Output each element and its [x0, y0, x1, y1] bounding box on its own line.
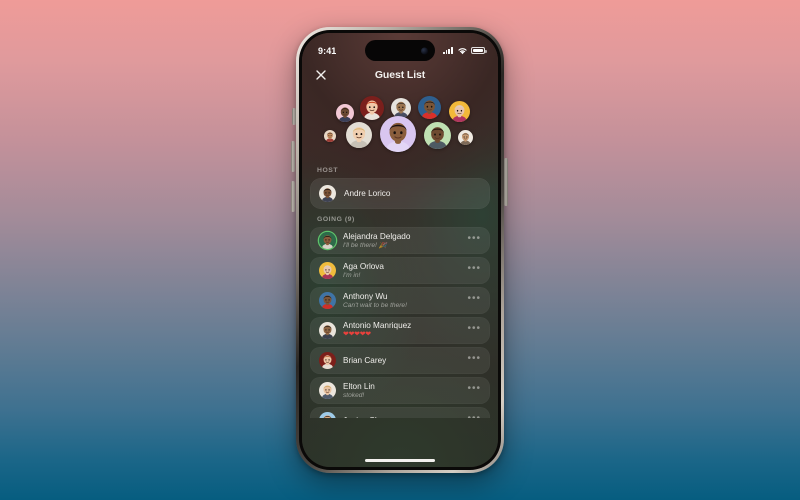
guest-text: Elton Lin stoked!	[343, 382, 454, 400]
more-options-icon[interactable]: •••	[461, 352, 482, 369]
guest-text: Brian Carey	[343, 356, 454, 366]
guest-name: Antonio Manriquez	[343, 321, 412, 331]
guest-text: Aga Orlova I'm in!	[343, 262, 454, 280]
avatar	[319, 185, 336, 202]
going-guest-list: Alejandra Delgado I'll be there! 🎉 ••• Aga …	[310, 227, 490, 418]
close-icon[interactable]	[313, 67, 329, 83]
volume-down-button[interactable]	[291, 181, 295, 212]
host-row[interactable]: Andre Lorico	[310, 178, 490, 209]
guest-row[interactable]: Elton Lin stoked! •••	[310, 377, 490, 404]
dynamic-island	[365, 40, 435, 61]
avatar	[319, 352, 336, 369]
avatar	[319, 382, 336, 399]
cluster-avatar[interactable]	[336, 104, 354, 122]
guest-row[interactable]: Brian Carey •••	[310, 347, 490, 374]
wallpaper-backdrop: 9:41 Guest List HOST Andre Lorico GOING …	[0, 0, 800, 500]
guest-rsvp-message: Can't wait to be there!	[343, 301, 407, 309]
guest-rsvp-message: I'm in!	[343, 271, 361, 279]
host-section-label: HOST	[317, 167, 339, 174]
front-camera-icon	[421, 47, 428, 54]
guest-text: Jenica Chong	[343, 416, 454, 418]
guest-row[interactable]: Aga Orlova I'm in! •••	[310, 257, 490, 284]
navigation-bar: Guest List	[302, 62, 498, 88]
wifi-icon	[457, 47, 467, 54]
more-options-icon[interactable]: •••	[461, 322, 482, 339]
going-section-label: GOING (9)	[317, 216, 355, 223]
more-options-icon[interactable]: •••	[461, 232, 482, 249]
cluster-avatar[interactable]	[449, 101, 470, 122]
guest-rsvp-message: I'll be there! 🎉	[343, 241, 387, 249]
guest-row[interactable]: Antonio Manriquez ❤❤❤❤❤ •••	[310, 317, 490, 344]
guest-name: Anthony Wu	[343, 291, 388, 301]
guest-text: Alejandra Delgado I'll be there! 🎉	[343, 232, 454, 250]
host-name: Andre Lorico	[344, 188, 391, 198]
cluster-avatar[interactable]	[418, 96, 441, 119]
power-button[interactable]	[504, 158, 508, 206]
guest-avatar-cluster	[302, 90, 498, 160]
more-options-icon[interactable]: •••	[461, 382, 482, 399]
guest-text: Antonio Manriquez ❤❤❤❤❤	[343, 321, 454, 339]
guest-list-scroll[interactable]: HOST Andre Lorico GOING (9) Alejandra De…	[302, 160, 498, 418]
guest-name: Aga Orlova	[343, 261, 384, 271]
battery-icon	[471, 47, 487, 54]
volume-up-button[interactable]	[291, 141, 295, 172]
cluster-avatar[interactable]	[391, 98, 411, 118]
guest-row[interactable]: Alejandra Delgado I'll be there! 🎉 •••	[310, 227, 490, 254]
guest-text: Anthony Wu Can't wait to be there!	[343, 292, 454, 310]
close-glyph	[316, 70, 326, 80]
cluster-avatar[interactable]	[360, 96, 384, 120]
avatar	[319, 232, 336, 249]
page-title: Guest List	[374, 69, 426, 81]
guest-name: Elton Lin	[343, 381, 375, 391]
status-indicators	[442, 47, 487, 55]
more-options-icon[interactable]: •••	[461, 262, 482, 279]
cluster-avatar[interactable]	[324, 130, 336, 142]
status-time: 9:41	[318, 45, 337, 56]
phone-frame: 9:41 Guest List HOST Andre Lorico GOING …	[296, 27, 504, 473]
cellular-bars-icon	[442, 47, 453, 54]
guest-name: Brian Carey	[343, 355, 387, 365]
guest-row[interactable]: Anthony Wu Can't wait to be there! •••	[310, 287, 490, 314]
phone-bezel: 9:41 Guest List HOST Andre Lorico GOING …	[299, 30, 501, 470]
home-indicator[interactable]	[365, 459, 435, 462]
avatar	[319, 322, 336, 339]
cluster-avatar[interactable]	[458, 130, 473, 145]
cluster-avatar[interactable]	[346, 122, 372, 148]
more-options-icon[interactable]: •••	[461, 292, 482, 309]
more-options-icon[interactable]: •••	[461, 412, 482, 419]
phone-screen: 9:41 Guest List HOST Andre Lorico GOING …	[302, 33, 498, 467]
guest-name: Alejandra Delgado	[343, 231, 411, 241]
guest-row[interactable]: Jenica Chong •••	[310, 407, 490, 418]
guest-rsvp-message: stoked!	[343, 391, 365, 399]
guest-name: Jenica Chong	[343, 416, 454, 418]
avatar	[319, 292, 336, 309]
guest-rsvp-message: ❤❤❤❤❤	[343, 331, 371, 339]
avatar	[319, 412, 336, 418]
avatar	[319, 262, 336, 279]
cluster-avatar[interactable]	[424, 122, 451, 149]
cluster-avatar[interactable]	[380, 116, 416, 152]
host-text: Andre Lorico	[344, 189, 481, 199]
